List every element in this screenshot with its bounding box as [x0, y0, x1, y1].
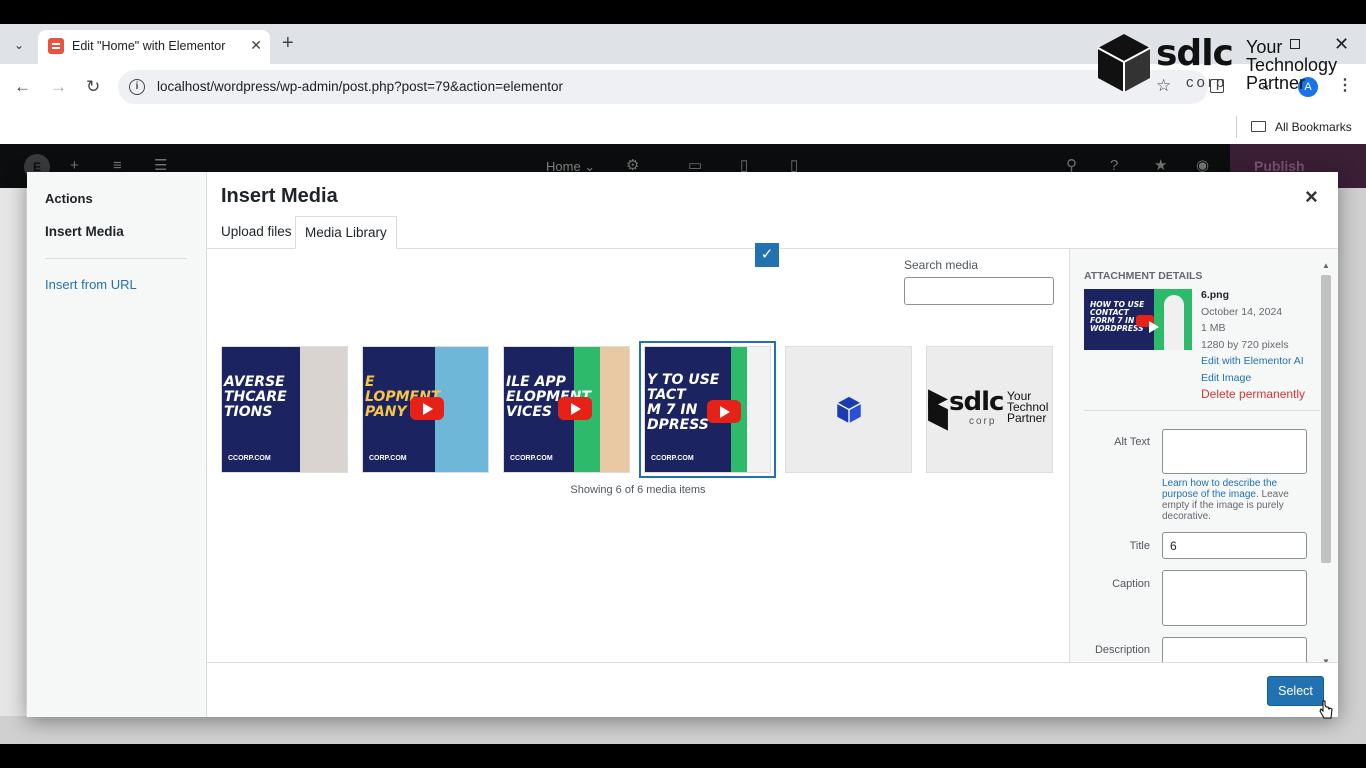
attachment-info: 6.png October 14, 2024 1 MB 1280 by 720 …: [1201, 287, 1305, 403]
new-tab-plus-icon[interactable]: +: [282, 33, 294, 53]
attachment-thumbnail[interactable]: [785, 346, 912, 473]
tab-search-chevron-icon[interactable]: ⌄: [8, 34, 30, 56]
attachment-filename: 6.png: [1201, 289, 1229, 301]
watermark-brand: sdlc: [1156, 33, 1234, 74]
attachment-date: October 14, 2024: [1201, 305, 1283, 318]
thumbnail-url: CCORP.COM: [651, 455, 694, 462]
attachment-thumbnail[interactable]: ILE APP ELOPMENT VICES CCORP.COM: [503, 346, 630, 473]
alt-text-label: Alt Text: [1114, 436, 1150, 448]
alt-text-field[interactable]: [1162, 429, 1307, 474]
modal-title: Insert Media: [221, 185, 338, 207]
address-bar[interactable]: i localhost/wordpress/wp-admin/post.php?…: [118, 70, 1208, 104]
youtube-play-icon: [410, 397, 444, 420]
tab-title: Edit "Home" with Elementor: [72, 39, 226, 53]
menu-heading: Actions: [45, 191, 93, 206]
menu-item-insert-from-url[interactable]: Insert from URL: [45, 277, 137, 292]
preview-photo: [1164, 295, 1184, 350]
browser-tab[interactable]: Edit "Home" with Elementor ✕: [38, 30, 270, 64]
youtube-play-icon: [1136, 315, 1159, 333]
menu-item-insert-media[interactable]: Insert Media: [45, 224, 124, 239]
thumbnail-text: AVERSE THCARE TIONS: [224, 374, 287, 420]
media-library-content: Search media AVERSE THCARE TIONS CCORP.C…: [207, 243, 1069, 663]
scroll-up-arrow-icon[interactable]: ▲: [1322, 261, 1330, 270]
tagline-line: Partner: [1246, 73, 1306, 93]
attachment-details-heading: ATTACHMENT DETAILS: [1084, 270, 1203, 282]
attachment-details-sidebar: ATTACHMENT DETAILS HOW TO USE CONTACT FO…: [1069, 249, 1338, 663]
elementor-bottom-edge: [0, 716, 1366, 744]
elementor-panel-edge: [0, 188, 26, 744]
media-toolbar: Select: [207, 662, 1338, 719]
elementor-favicon-icon: [48, 38, 64, 54]
delete-permanently-link[interactable]: Delete permanently: [1201, 386, 1305, 403]
thumbnail-url: CORP.COM: [369, 455, 407, 462]
elementor-canvas-edge: [1338, 188, 1366, 744]
media-frame-menu: Actions Insert Media Insert from URL: [27, 172, 207, 717]
reload-icon[interactable]: ↻: [86, 77, 100, 97]
attachment-thumbnail[interactable]: sdlc corp Your Technol Partner: [926, 346, 1053, 473]
bookmarks-divider: [1236, 116, 1237, 138]
cube-logo-icon: [928, 389, 948, 431]
url-text[interactable]: localhost/wordpress/wp-admin/post.php?po…: [157, 79, 563, 94]
caption-label: Caption: [1112, 578, 1150, 590]
search-media-input[interactable]: [904, 277, 1054, 305]
folder-icon: [1251, 121, 1266, 132]
insert-media-modal: Actions Insert Media Insert from URL Ins…: [27, 172, 1338, 719]
select-button[interactable]: Select: [1267, 676, 1324, 706]
modal-close-icon[interactable]: ×: [1305, 184, 1318, 210]
title-label: Title: [1129, 540, 1150, 552]
title-field[interactable]: [1162, 532, 1307, 559]
sdlc-watermark-logo: sdlc corp Your Technology Partner: [1096, 32, 1346, 98]
youtube-play-icon: [707, 400, 741, 423]
site-info-icon[interactable]: i: [129, 79, 145, 95]
thumbnail-brand: sdlc: [949, 387, 1004, 417]
tab-media-library[interactable]: Media Library: [295, 216, 397, 249]
attachment-dimensions: 1280 by 720 pixels: [1201, 338, 1289, 351]
description-label: Description: [1094, 644, 1150, 656]
cube-logo-icon: [836, 396, 862, 424]
thumbnail-url: CCORP.COM: [228, 455, 271, 462]
menu-separator: [45, 258, 187, 259]
cube-logo-icon: [1097, 34, 1151, 92]
edit-with-elementor-ai-link[interactable]: Edit with Elementor AI: [1201, 353, 1305, 370]
attachment-thumbnail[interactable]: E LOPMENT PANY CORP.COM: [362, 346, 489, 473]
back-arrow-icon[interactable]: ←: [14, 77, 31, 97]
caption-field[interactable]: [1162, 570, 1307, 626]
search-media-label: Search media: [904, 258, 979, 272]
scroll-thumb[interactable]: [1321, 275, 1331, 563]
thumbnail-text: Your Technol Partner: [1007, 389, 1049, 425]
watermark-corp: corp: [1186, 74, 1228, 91]
window-restore-icon[interactable]: [1290, 39, 1300, 49]
description-field[interactable]: [1162, 637, 1307, 663]
edit-image-link[interactable]: Edit Image: [1201, 370, 1305, 387]
attachment-thumbnail-selected[interactable]: Y TO USE TACT M 7 IN DPRESS CCORP.COM: [644, 346, 771, 473]
thumbnail-url: CCORP.COM: [510, 455, 553, 462]
details-separator: [1084, 410, 1320, 411]
attachment-filesize: 1 MB: [1201, 322, 1226, 334]
attachment-preview: HOW TO USE CONTACT FORM 7 IN WORDPRESS: [1084, 289, 1192, 350]
tagline-line: Technology: [1246, 55, 1338, 75]
bookmarks-bar: All Bookmarks: [0, 110, 1366, 144]
hand-pointer-cursor-icon: [1319, 700, 1333, 719]
thumbnail-corp: corp: [969, 416, 997, 427]
tab-close-icon[interactable]: ✕: [250, 37, 262, 54]
youtube-play-icon: [558, 397, 592, 420]
attachment-thumbnail[interactable]: AVERSE THCARE TIONS CCORP.COM: [221, 346, 348, 473]
alt-text-help: Learn how to describe the purpose of the…: [1162, 478, 1312, 522]
media-count-text: Showing 6 of 6 media items: [570, 484, 706, 496]
screen: ⌄ Edit "Home" with Elementor ✕ + ← → ↻ i…: [0, 24, 1366, 744]
all-bookmarks-link[interactable]: All Bookmarks: [1275, 120, 1352, 134]
forward-arrow-icon[interactable]: →: [50, 77, 67, 97]
selected-checkmark-icon[interactable]: ✓: [755, 243, 779, 267]
sidebar-scrollbar[interactable]: ▲ ▼: [1319, 261, 1333, 666]
window-close-icon[interactable]: ✕: [1334, 34, 1349, 55]
tab-upload-files[interactable]: Upload files: [212, 216, 301, 249]
